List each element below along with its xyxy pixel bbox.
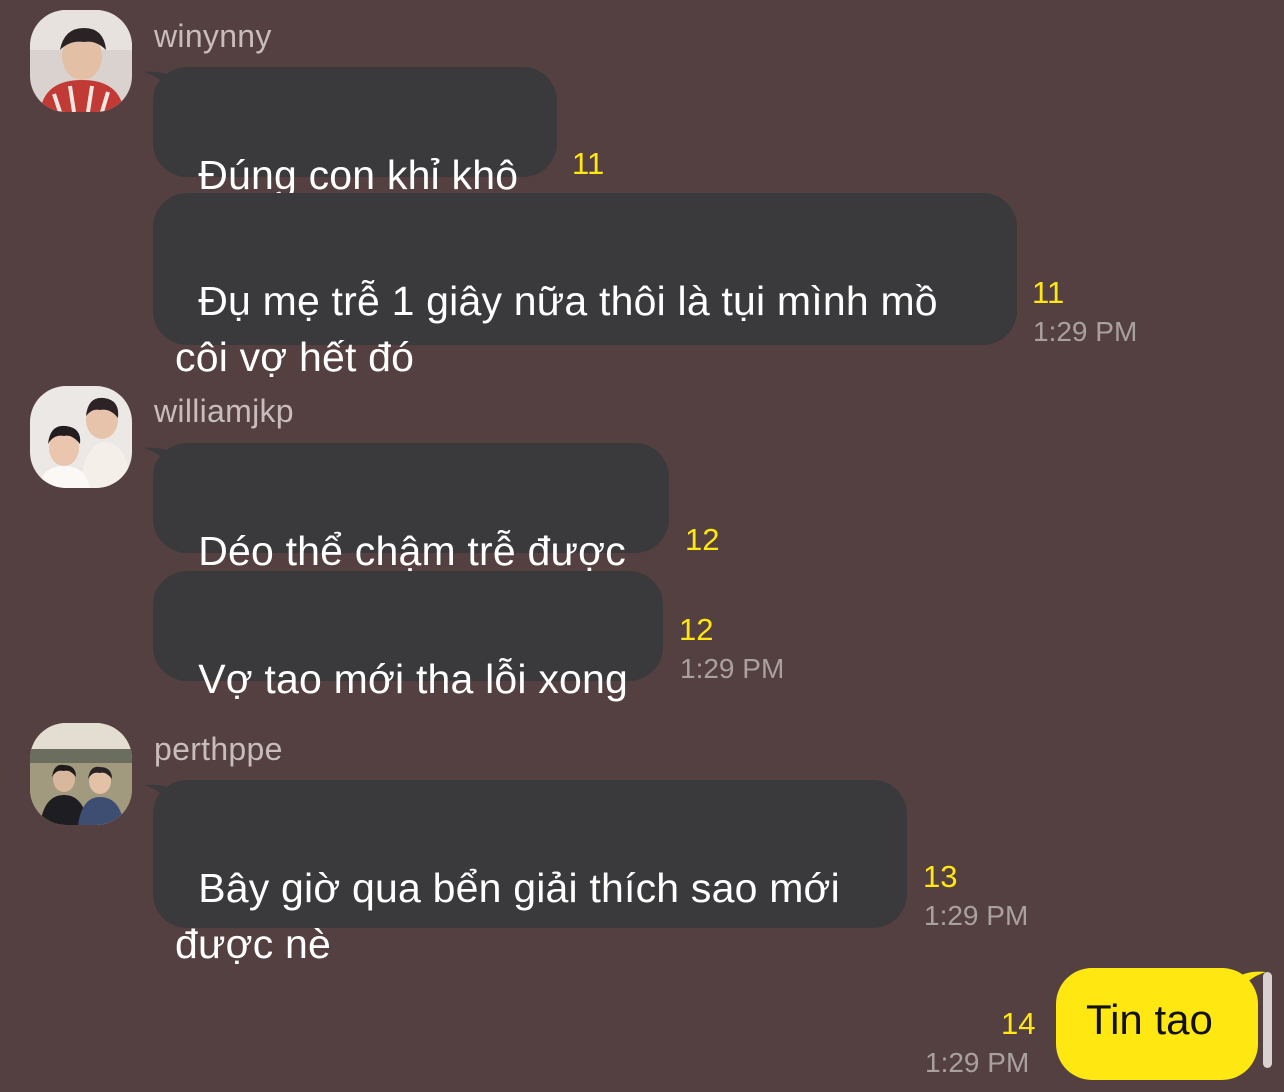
- unread-count: 11: [1032, 275, 1065, 310]
- message-text: Déo thể chậm trễ được: [198, 528, 626, 574]
- message-time: 1:29 PM: [680, 653, 785, 684]
- message-bubble[interactable]: Đúng con khỉ khô: [153, 67, 557, 198]
- sender-name: perthppe: [154, 731, 283, 767]
- avatar-williamjkp[interactable]: [30, 386, 132, 488]
- scrollbar[interactable]: [1263, 972, 1272, 1068]
- message-text: Vợ tao mới tha lỗi xong: [198, 656, 629, 702]
- profile-photo-icon: [30, 386, 132, 488]
- outgoing-message-bubble[interactable]: Tin tao: [1056, 968, 1258, 1080]
- bubble-tail: [1236, 970, 1266, 996]
- unread-count: 12: [679, 612, 714, 647]
- avatar-perthppe[interactable]: [30, 723, 132, 825]
- sender-name: williamjkp: [154, 393, 294, 429]
- unread-count: 14: [1001, 1006, 1036, 1041]
- message-text: Đụ mẹ trễ 1 giây nữa thôi là tụi mình mồ…: [175, 278, 938, 380]
- message-text: Đúng con khỉ khô: [198, 152, 519, 198]
- message-bubble[interactable]: Vợ tao mới tha lỗi xong: [153, 571, 663, 702]
- unread-count: 12: [685, 522, 720, 557]
- message-bubble[interactable]: Bây giờ qua bển giải thích sao mới được …: [153, 780, 907, 967]
- message-bubble[interactable]: Déo thể chậm trễ được: [153, 443, 669, 574]
- message-time: 1:29 PM: [925, 1047, 1030, 1078]
- profile-photo-icon: [30, 723, 132, 825]
- profile-photo-icon: [30, 10, 132, 112]
- avatar-winynny[interactable]: [30, 10, 132, 112]
- unread-count: 13: [923, 859, 958, 894]
- message-bubble[interactable]: Đụ mẹ trễ 1 giây nữa thôi là tụi mình mồ…: [153, 193, 1017, 380]
- unread-count: 11: [572, 146, 605, 181]
- sender-name: winynny: [154, 18, 272, 54]
- message-time: 1:29 PM: [1033, 316, 1138, 347]
- message-text: Bây giờ qua bển giải thích sao mới được …: [175, 865, 840, 967]
- message-text: Tin tao: [1086, 996, 1213, 1043]
- message-time: 1:29 PM: [924, 900, 1029, 931]
